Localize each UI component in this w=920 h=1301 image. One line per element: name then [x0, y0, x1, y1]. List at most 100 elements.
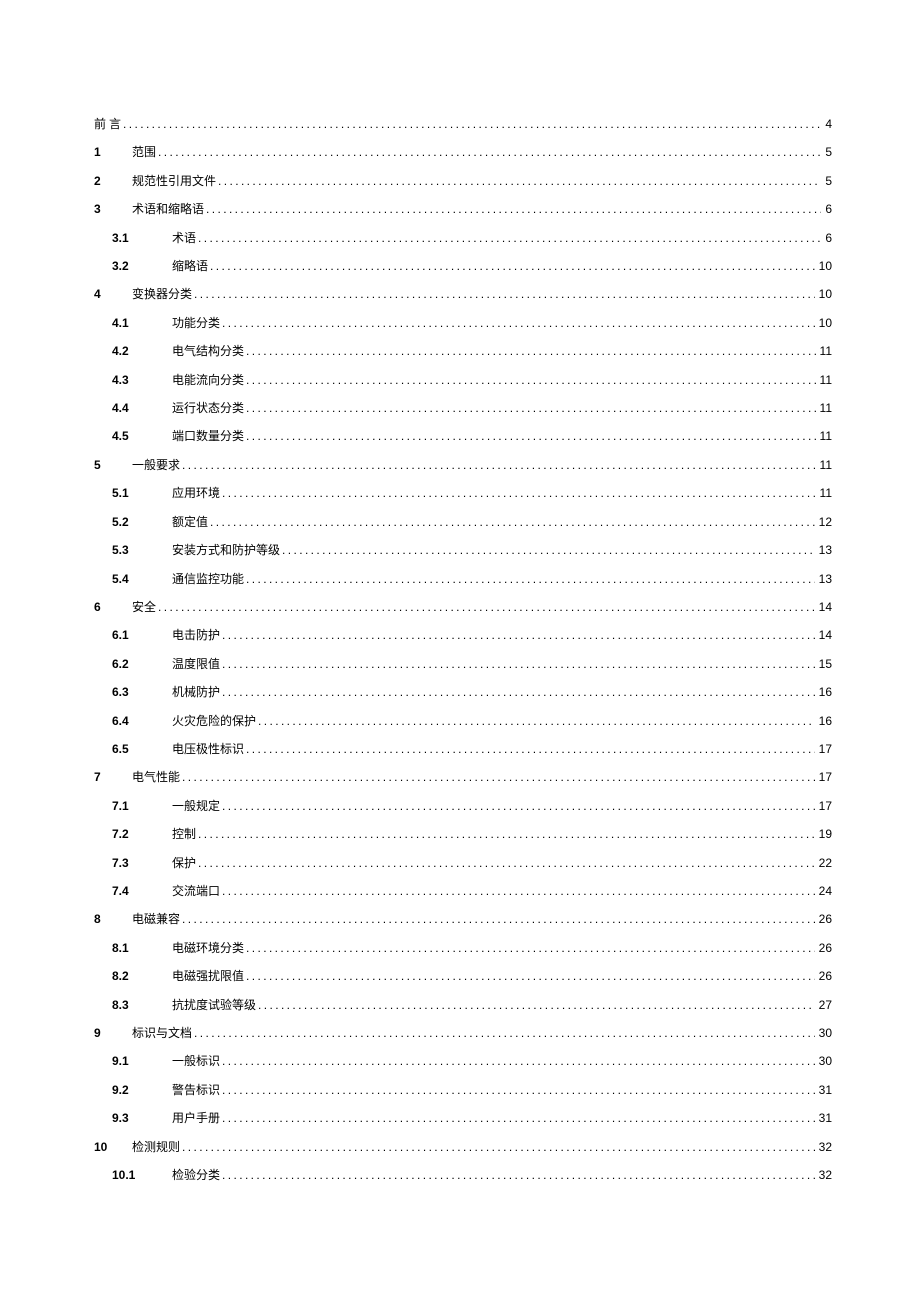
toc-entry-page: 10 — [815, 309, 832, 337]
toc-entry-title: 保护 — [172, 849, 196, 877]
toc-leader-dots — [208, 252, 815, 280]
toc-entry: 5.1应用环境11 — [94, 479, 832, 507]
toc-entry-page: 11 — [816, 394, 832, 422]
toc-entry: 6.3机械防护16 — [94, 678, 832, 706]
toc-entry: 10.1 检验分类 32 — [94, 1161, 832, 1189]
toc-leader-dots — [220, 621, 815, 649]
toc-leader-dots — [192, 1019, 815, 1047]
toc-leader-dots — [244, 565, 815, 593]
toc-entry: 3术语和缩略语6 — [94, 195, 832, 223]
toc-leader-dots — [244, 934, 815, 962]
toc-entry: 9.3用户手册31 — [94, 1104, 832, 1132]
toc-entry-number: 4.2 — [112, 337, 140, 365]
toc-leader-dots — [220, 309, 815, 337]
toc-leader-dots — [220, 1104, 815, 1132]
toc-entry-title: 机械防护 — [172, 678, 220, 706]
toc-entry-number: 7.1 — [112, 792, 140, 820]
toc-entry-number: 10.1 — [112, 1161, 144, 1189]
toc-entry: 8.2电磁强扰限值26 — [94, 962, 832, 990]
toc-leader-dots — [220, 479, 816, 507]
toc-leader-dots — [244, 366, 816, 394]
toc-entry-page: 31 — [815, 1076, 832, 1104]
toc-entry: 5.4 通信监控功能 13 — [94, 565, 832, 593]
toc-entry: 4.5端口数量分类11 — [94, 422, 832, 450]
toc-leader-dots — [180, 905, 815, 933]
toc-entry-page: 22 — [815, 849, 832, 877]
toc-entry-number: 3.1 — [112, 224, 140, 252]
toc-entry: 5 一般要求 11 — [94, 451, 832, 479]
toc-entry-page: 11 — [816, 366, 832, 394]
toc-entry: 8电磁兼容26 — [94, 905, 832, 933]
toc-entry-page: 13 — [815, 565, 832, 593]
toc-entry-title: 温度限值 — [172, 650, 220, 678]
toc-entry-page: 15 — [815, 650, 832, 678]
toc-entry-page: 32 — [815, 1161, 832, 1189]
toc-entry-title: 电磁兼容 — [132, 905, 180, 933]
toc-entry-number: 5.3 — [112, 536, 140, 564]
toc-entry: 6安全14 — [94, 593, 832, 621]
toc-entry-page: 6 — [821, 224, 832, 252]
toc-leader-dots — [220, 877, 815, 905]
toc-entry: 7电气性能17 — [94, 763, 832, 791]
toc-leader-dots — [220, 1076, 815, 1104]
toc-entry-number: 4.5 — [112, 422, 140, 450]
toc-entry-page: 14 — [815, 593, 832, 621]
toc-leader-dots — [208, 508, 815, 536]
toc-leader-dots — [244, 337, 816, 365]
toc-entry-title: 火灾危险的保护 — [172, 707, 256, 735]
toc-entry-title: 变换器分类 — [132, 280, 192, 308]
toc-entry-title: 范围 — [132, 138, 156, 166]
toc-entry-page: 17 — [815, 763, 832, 791]
toc-entry-page: 17 — [815, 735, 832, 763]
toc-entry-title: 一般要求 — [132, 451, 180, 479]
toc-entry-number: 9.1 — [112, 1047, 140, 1075]
document-page: 前 言41范围52规范性引用文件53术语和缩略语63.1术语63.2缩略语104… — [0, 0, 920, 1301]
toc-entry: 5.3安装方式和防护等级13 — [94, 536, 832, 564]
toc-entry-page: 11 — [816, 479, 832, 507]
toc-entry-number: 9.3 — [112, 1104, 140, 1132]
toc-entry-number: 8 — [94, 905, 110, 933]
toc-entry: 5.2额定值12 — [94, 508, 832, 536]
toc-entry-number: 5.4 — [112, 565, 140, 593]
toc-entry-number: 4.3 — [112, 366, 140, 394]
toc-entry-title: 通信监控功能 — [172, 565, 244, 593]
toc-entry: 10检测规则32 — [94, 1133, 832, 1161]
toc-entry: 3.1 术语 6 — [94, 224, 832, 252]
toc-entry-title: 电能流向分类 — [172, 366, 244, 394]
toc-entry: 前 言4 — [94, 110, 832, 138]
toc-entry-number: 4 — [94, 280, 110, 308]
toc-entry-number: 6.2 — [112, 650, 140, 678]
toc-leader-dots — [220, 1161, 815, 1189]
toc-entry-page: 4 — [821, 110, 832, 138]
toc-entry-page: 6 — [821, 195, 832, 223]
toc-entry-title: 一般规定 — [172, 792, 220, 820]
toc-entry-title: 电磁环境分类 — [172, 934, 244, 962]
toc-entry-title: 交流端口 — [172, 877, 220, 905]
toc-entry-number: 6.4 — [112, 707, 140, 735]
toc-leader-dots — [180, 763, 815, 791]
toc-entry: 7.4交流端口24 — [94, 877, 832, 905]
toc-entry-number: 1 — [94, 138, 110, 166]
toc-entry-title: 术语 — [172, 224, 196, 252]
toc-entry-number: 5.2 — [112, 508, 140, 536]
toc-entry: 4.2电气结构分类11 — [94, 337, 832, 365]
toc-entry-number: 2 — [94, 167, 110, 195]
toc-entry-number: 8.2 — [112, 962, 140, 990]
toc-entry: 4.3 电能流向分类 11 — [94, 366, 832, 394]
toc-leader-dots — [220, 678, 815, 706]
toc-entry: 4.4运行状态分类11 — [94, 394, 832, 422]
toc-entry-title: 应用环境 — [172, 479, 220, 507]
toc-entry-number: 5 — [94, 451, 110, 479]
toc-entry-title: 电击防护 — [172, 621, 220, 649]
toc-entry-title: 检验分类 — [172, 1161, 220, 1189]
toc-entry-title: 用户手册 — [172, 1104, 220, 1132]
toc-entry-page: 11 — [816, 451, 832, 479]
toc-entry: 4变换器分类10 — [94, 280, 832, 308]
toc-entry-title: 电气结构分类 — [172, 337, 244, 365]
toc-entry-page: 13 — [815, 536, 832, 564]
toc-entry: 1范围5 — [94, 138, 832, 166]
toc-entry: 9.1一般标识30 — [94, 1047, 832, 1075]
toc-leader-dots — [156, 593, 815, 621]
toc-entry-number: 8.3 — [112, 991, 140, 1019]
toc-entry-title: 电气性能 — [132, 763, 180, 791]
